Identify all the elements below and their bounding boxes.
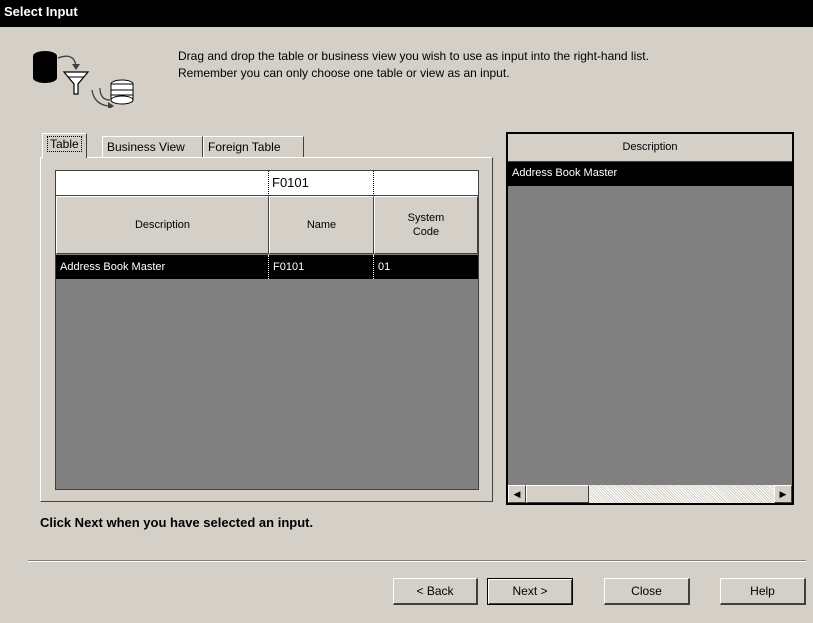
tab-foreign-table-label: Foreign Table <box>208 140 281 154</box>
row-system-code: 01 <box>374 255 478 279</box>
column-header-system-code[interactable]: System Code <box>374 196 478 254</box>
qbe-description-field[interactable] <box>56 171 269 196</box>
column-header-description[interactable]: Description <box>56 196 269 254</box>
help-button[interactable]: Help <box>720 578 806 605</box>
tab-table-label: Table <box>47 136 82 152</box>
tab-foreign-table[interactable]: Foreign Table <box>203 136 304 158</box>
scroll-right-icon[interactable]: ▶ <box>774 485 792 503</box>
back-button-label: < Back <box>416 584 454 598</box>
status-instruction: Click Next when you have selected an inp… <box>40 515 314 530</box>
horizontal-scrollbar[interactable]: ◀ ▶ <box>508 485 792 503</box>
list-item[interactable]: Address Book Master <box>508 162 792 186</box>
column-header-system-code-label: System Code <box>407 212 445 238</box>
column-header-name-label: Name <box>306 219 337 231</box>
tab-table[interactable]: Table <box>42 133 87 158</box>
qbe-system-code-field[interactable] <box>374 171 478 196</box>
instructions-line-1: Drag and drop the table or business view… <box>178 49 649 63</box>
dialog-title-bar: Select Input <box>0 0 813 27</box>
help-button-label: Help <box>750 584 775 598</box>
qbe-name-field[interactable]: F0101 <box>269 171 374 196</box>
scroll-left-icon[interactable]: ◀ <box>508 485 526 503</box>
instructions-text: Drag and drop the table or business view… <box>178 48 778 82</box>
column-header-description-label: Description <box>134 219 191 231</box>
selected-input-list[interactable]: Description Address Book Master ◀ ▶ <box>506 132 794 505</box>
selected-list-header[interactable]: Description <box>508 134 792 162</box>
tab-business-view-label: Business View <box>107 140 185 154</box>
next-button[interactable]: Next > <box>487 578 573 605</box>
database-filter-icon <box>33 51 134 108</box>
column-header-name[interactable]: Name <box>269 196 374 254</box>
close-button-label: Close <box>631 584 662 598</box>
row-description: Address Book Master <box>56 255 269 279</box>
close-button[interactable]: Close <box>604 578 690 605</box>
divider <box>28 560 806 562</box>
scroll-thumb[interactable] <box>526 485 589 503</box>
instructions-line-2: Remember you can only choose one table o… <box>178 66 510 80</box>
back-button[interactable]: < Back <box>393 578 478 605</box>
tab-business-view[interactable]: Business View <box>102 136 203 158</box>
table-grid[interactable]: F0101 Description Name System Code Addre… <box>55 170 479 490</box>
scroll-track[interactable] <box>589 485 774 503</box>
next-button-label: Next > <box>512 584 548 598</box>
dialog-title: Select Input <box>4 4 78 19</box>
row-name: F0101 <box>269 255 374 279</box>
